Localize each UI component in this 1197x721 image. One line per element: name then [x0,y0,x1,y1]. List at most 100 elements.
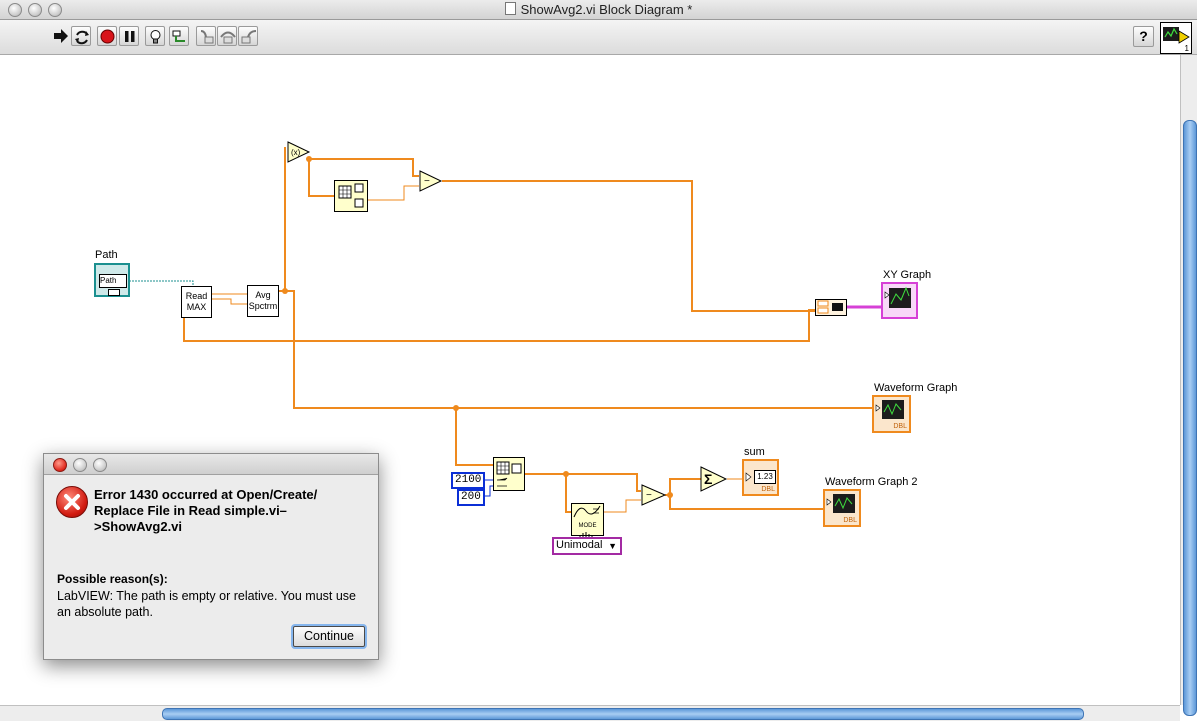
avg-spctrm-line1: Avg [255,290,271,300]
waveform-graph-icon [875,400,904,419]
dialog-zoom-button[interactable] [93,458,107,472]
junction-dot [667,492,673,498]
mode-text: MODE [578,523,597,529]
horizontal-scroll-thumb[interactable] [162,708,1084,720]
continue-button[interactable]: Continue [293,626,365,647]
bundle-node[interactable] [815,299,847,316]
highlight-execution-button[interactable] [145,26,165,46]
waveform-graph-icon [826,494,855,513]
array-subset-node[interactable] [334,180,368,212]
read-max-subvi[interactable]: Read MAX [181,286,212,318]
sum-numeric-icon: 1.23 [754,470,776,484]
avg-spctrm-subvi[interactable]: Avg Spctrm [247,285,279,317]
window-title: ShowAvg2.vi Block Diagram * [520,2,693,17]
constant-2100[interactable]: 2100 [451,472,485,489]
step-over-icon [220,31,236,44]
mode-statistics-node[interactable]: MODE [571,503,604,538]
top-branch-wire [309,158,419,177]
top-to-subset-wire [308,159,334,197]
subtract-function-node-2[interactable]: − [641,484,667,506]
error-message: Error 1430 occurred at Open/Create/ Repl… [94,487,318,534]
subtract2-to-waveform2-wire [669,495,824,510]
waveform-graph-label: Waveform Graph [874,382,958,394]
waveform-graph2-terminal[interactable]: DBL [823,489,861,527]
subset-branch-wire [455,408,494,466]
error-dialog: Error 1430 occurred at Open/Create/ Repl… [43,453,379,660]
dialog-minimize-button[interactable] [73,458,87,472]
window-titlebar: ShowAvg2.vi Block Diagram * [0,0,1197,20]
add-array-elements-node[interactable]: Σ [700,466,728,492]
readmax-to-avg-wire-2 [211,298,248,305]
vi-icon[interactable]: 1 [1160,22,1192,54]
array-subset-icon [338,183,364,208]
junction-dot [563,471,569,477]
xy-graph-icon [884,286,911,308]
bundle-icon [817,300,843,314]
run-button[interactable] [51,26,71,46]
dbl-tag: DBL [843,517,857,524]
subset2-output-wire [524,473,641,492]
avg-output-wire [278,290,872,409]
vertical-scroll-thumb[interactable] [1183,120,1197,716]
toolbar: ? 1 [0,20,1197,55]
waveform-graph2-label: Waveform Graph 2 [825,476,918,488]
abort-icon [100,29,115,44]
possible-reasons-heading: Possible reason(s): [57,572,168,586]
run-continuously-icon [75,30,89,45]
step-into-icon [200,30,214,44]
sum-indicator-terminal[interactable]: 1.23 DBL [742,459,779,496]
pause-icon [125,31,135,42]
read-max-line1: Read [185,291,208,301]
junction-dot [282,288,288,294]
highlight-execution-icon [150,30,161,44]
vi-icon-badge: 1 [1184,44,1189,53]
step-into-button[interactable] [196,26,216,46]
sum-label: sum [744,446,765,458]
document-icon [504,2,516,15]
avg-spctrm-line2: Spctrm [248,301,278,311]
xy-graph-terminal[interactable] [881,282,918,319]
dbl-tag: DBL [761,486,775,493]
horizontal-scrollbar[interactable] [0,705,1180,721]
dialog-close-button[interactable] [53,458,67,472]
context-help-button[interactable]: ? [1133,26,1154,47]
constant-200[interactable]: 200 [457,489,485,506]
pause-button[interactable] [119,26,139,46]
array-subset-icon [496,461,522,487]
unimodal-ring-constant[interactable]: Unimodal ▼ [552,537,622,555]
abort-button[interactable] [97,26,117,46]
svg-text:−: − [424,176,430,187]
subtract-to-bundle-wire [442,180,816,312]
array-subset-node-2[interactable] [493,457,525,491]
run-continuously-button[interactable] [71,26,91,46]
junction-dot [453,405,459,411]
retain-wire-values-icon [172,30,185,42]
mode-to-subtract-wire [603,499,641,513]
reciprocal-function-node[interactable]: (x) [287,141,311,163]
dialog-titlebar [44,454,378,475]
svg-text:(x): (x) [291,148,301,157]
step-out-button[interactable] [238,26,258,46]
help-icon: ? [1139,28,1148,44]
dbl-tag: DBL [893,423,907,430]
error-icon [56,486,88,518]
run-arrow-icon [54,29,68,43]
xy-graph-label: XY Graph [883,269,932,281]
retain-wire-values-button[interactable] [169,26,189,46]
histogram-curve-icon [573,505,601,518]
step-over-button[interactable] [217,26,237,46]
path-label: Path [95,249,118,261]
read-max-line2: MAX [186,302,207,312]
svg-text:−: − [646,490,652,501]
possible-reasons-text: LabVIEW: The path is empty or relative. … [57,589,357,619]
svg-text:Σ: Σ [704,471,712,487]
waveform-graph-terminal[interactable]: DBL [872,395,911,433]
subset-to-subtract-wire [368,185,419,201]
path-control-text: Path [99,274,127,288]
subtract-function-node[interactable]: − [419,170,443,192]
folder-icon [108,289,120,296]
dropdown-arrow-icon: ▼ [608,541,617,551]
vertical-scrollbar[interactable] [1180,55,1197,716]
path-control-terminal[interactable]: Path [94,263,130,297]
unimodal-value: Unimodal [556,539,603,551]
